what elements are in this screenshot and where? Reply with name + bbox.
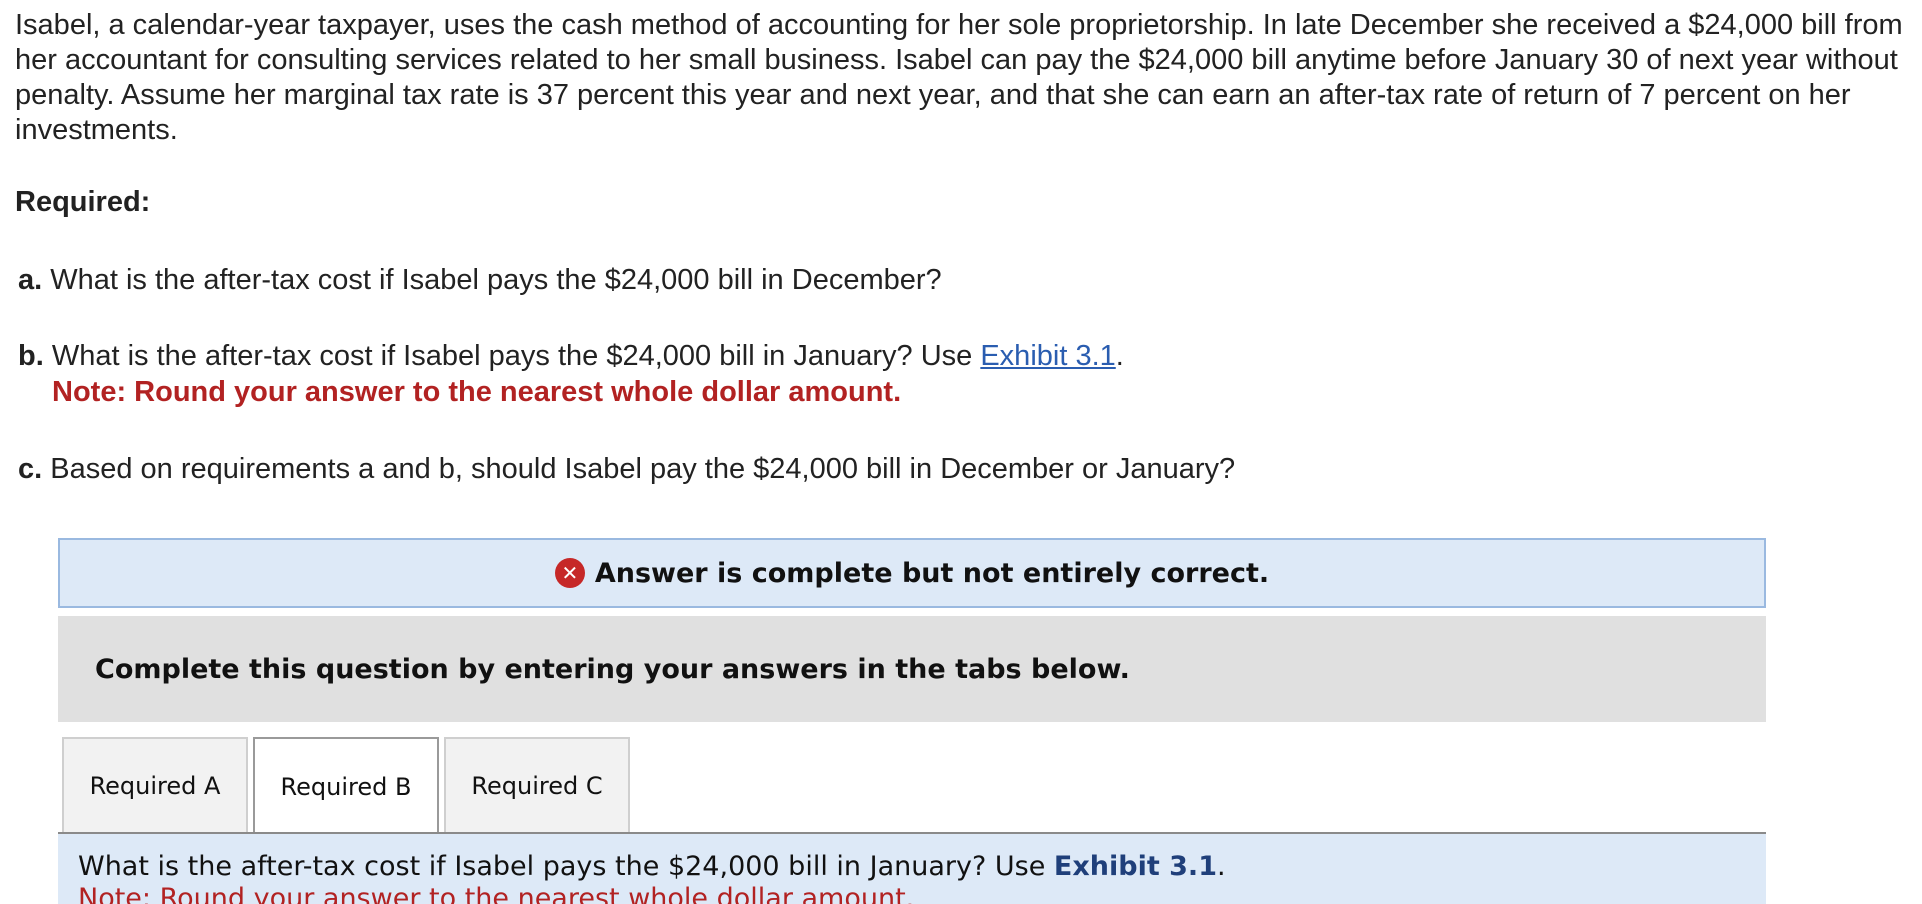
answer-status-text: Answer is complete but not entirely corr… <box>594 557 1270 589</box>
exhibit-link[interactable]: Exhibit 3.1 <box>980 340 1115 372</box>
requirement-b-suffix: . <box>1115 340 1124 372</box>
instruction-text: Complete this question by entering your … <box>95 653 1130 685</box>
answer-status-banner: ✕ Answer is complete but not entirely co… <box>58 538 1766 608</box>
requirement-a-text: What is the after-tax cost if Isabel pay… <box>50 264 942 296</box>
tab-bar: Required A Required B Required C <box>62 737 635 835</box>
tab-required-a[interactable]: Required A <box>62 737 248 833</box>
tab-panel-required-b: What is the after-tax cost if Isabel pay… <box>58 834 1766 904</box>
requirement-a-letter: a. <box>18 264 43 296</box>
panel-exhibit-link[interactable]: Exhibit 3.1 <box>1054 851 1217 882</box>
panel-question-suffix: . <box>1216 851 1226 882</box>
requirement-c: c. Based on requirements a and b, should… <box>18 451 1235 487</box>
problem-text: Isabel, a calendar-year taxpayer, uses t… <box>15 9 1903 146</box>
panel-note: Note: Round your answer to the nearest w… <box>78 883 915 904</box>
required-heading: Required: <box>15 186 151 218</box>
tab-required-b[interactable]: Required B <box>253 737 439 835</box>
requirement-b-note: Note: Round your answer to the nearest w… <box>52 376 902 408</box>
requirement-c-letter: c. <box>18 453 43 485</box>
requirement-b-text: What is the after-tax cost if Isabel pay… <box>51 340 973 372</box>
x-circle-icon: ✕ <box>554 558 585 588</box>
requirement-b-letter: b. <box>18 340 44 372</box>
requirement-a: a. What is the after-tax cost if Isabel … <box>18 262 942 298</box>
requirement-b: b. What is the after-tax cost if Isabel … <box>18 338 1124 374</box>
instruction-box: Complete this question by entering your … <box>58 616 1766 722</box>
tab-required-c[interactable]: Required C <box>444 737 630 833</box>
panel-question: What is the after-tax cost if Isabel pay… <box>78 851 1046 882</box>
requirement-c-text: Based on requirements a and b, should Is… <box>50 453 1236 485</box>
